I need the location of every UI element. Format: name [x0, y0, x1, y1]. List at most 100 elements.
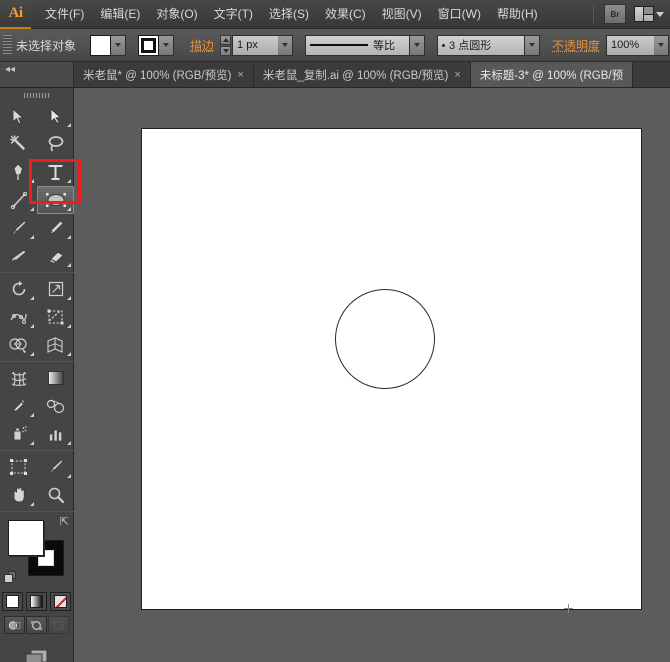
perspective-grid-tool[interactable]	[37, 331, 74, 359]
menu-edit[interactable]: 编辑(E)	[92, 0, 148, 29]
stroke-weight-control[interactable]: 1 px	[220, 34, 294, 56]
document-tab-1-title: 米老鼠* @ 100% (RGB/预览)	[83, 69, 232, 82]
free-transform-tool[interactable]	[37, 303, 74, 331]
double-chevron-left-icon: ◂◂	[5, 64, 16, 75]
app-logo-icon: Ai	[0, 0, 31, 29]
width-tool[interactable]	[0, 303, 37, 331]
pen-tool[interactable]	[0, 158, 37, 186]
none-mode-button[interactable]	[50, 592, 71, 611]
menu-view[interactable]: 视图(V)	[374, 0, 430, 29]
chevron-down-icon	[656, 11, 664, 17]
paintbrush-tool[interactable]	[0, 214, 37, 242]
close-icon[interactable]: ×	[454, 69, 460, 81]
flyout-indicator-icon	[67, 474, 71, 478]
brush-definition-dropdown-arrow[interactable]	[525, 34, 541, 56]
artboard-tool[interactable]	[0, 453, 37, 481]
stroke-color-control[interactable]	[138, 34, 175, 56]
gradient-mode-button[interactable]	[26, 592, 47, 611]
stroke-weight-input[interactable]: 1 px	[232, 34, 279, 56]
canvas-area[interactable]: ⋮	[75, 88, 670, 662]
control-bar-grip[interactable]	[3, 34, 12, 56]
ellipse-tool[interactable]	[37, 186, 74, 214]
brush-definition-control[interactable]: 3 点圆形	[437, 34, 541, 56]
menu-file[interactable]: 文件(F)	[37, 0, 92, 29]
draw-behind-button[interactable]	[26, 616, 47, 634]
type-tool[interactable]	[37, 158, 74, 186]
stroke-weight-stepper[interactable]	[220, 34, 232, 56]
swap-fill-stroke-icon[interactable]: ⇱	[60, 517, 69, 528]
menu-effect[interactable]: 效果(C)	[317, 0, 374, 29]
default-fill-stroke-icon[interactable]	[4, 571, 17, 584]
stroke-weight-dropdown-arrow[interactable]	[278, 34, 294, 56]
document-tab-2[interactable]: 米老鼠_复制.ai @ 100% (RGB/预览) ×	[253, 62, 471, 87]
opacity-input[interactable]: 100%	[606, 34, 655, 56]
panel-collapse-button[interactable]: ◂◂	[0, 62, 74, 87]
opacity-control[interactable]: 100%	[606, 34, 670, 56]
change-screen-mode-button[interactable]	[0, 648, 73, 662]
ellipse-shape[interactable]	[335, 289, 435, 389]
fill-mode-buttons	[0, 592, 73, 611]
workspace-switcher-button[interactable]	[634, 4, 664, 24]
fill-color-box[interactable]	[8, 520, 44, 556]
column-graph-tool[interactable]	[37, 420, 74, 448]
symbol-sprayer-tool[interactable]	[0, 420, 37, 448]
stroke-color-dropdown-arrow[interactable]	[159, 34, 175, 56]
direct-selection-tool[interactable]	[37, 102, 74, 130]
stroke-color-swatch[interactable]	[138, 34, 160, 56]
fill-color-control[interactable]	[90, 34, 127, 56]
menu-bar-right-controls: Br	[593, 0, 670, 28]
eraser-tool[interactable]	[37, 242, 74, 270]
flyout-indicator-icon	[67, 235, 71, 239]
menu-window[interactable]: 窗口(W)	[430, 0, 489, 29]
fill-color-swatch[interactable]	[90, 34, 112, 56]
crosshair-cursor-icon	[564, 604, 573, 613]
stroke-profile-preview[interactable]: 等比	[305, 34, 411, 56]
workspace-layout-icon	[634, 6, 654, 22]
mesh-tool[interactable]	[0, 364, 37, 392]
document-tab-3[interactable]: 未标题-3* @ 100% (RGB/预	[470, 62, 634, 87]
color-mode-button[interactable]	[2, 592, 23, 611]
zoom-tool[interactable]	[37, 481, 74, 509]
opacity-label[interactable]: 不透明度	[552, 37, 600, 54]
draw-normal-button[interactable]	[4, 616, 25, 634]
close-icon[interactable]: ×	[237, 69, 243, 81]
document-tab-bar: ◂◂ 米老鼠* @ 100% (RGB/预览) × 米老鼠_复制.ai @ 10…	[0, 62, 670, 88]
menu-type[interactable]: 文字(T)	[206, 0, 261, 29]
line-segment-tool[interactable]	[0, 186, 37, 214]
gradient-tool[interactable]	[37, 364, 74, 392]
flyout-indicator-icon	[30, 296, 34, 300]
blob-brush-tool[interactable]	[0, 242, 37, 270]
flyout-indicator-icon	[30, 235, 34, 239]
selection-tool[interactable]	[0, 102, 37, 130]
rotate-tool[interactable]	[0, 275, 37, 303]
eyedropper-tool[interactable]	[0, 392, 37, 420]
slice-tool[interactable]	[37, 453, 74, 481]
scale-tool[interactable]	[37, 275, 74, 303]
draw-inside-button[interactable]	[48, 616, 69, 634]
flyout-indicator-icon	[30, 207, 34, 211]
tools-panel-grip[interactable]	[0, 88, 73, 102]
stroke-profile-line-icon	[310, 44, 369, 46]
menu-help[interactable]: 帮助(H)	[489, 0, 546, 29]
stroke-weight-label[interactable]: 描边	[190, 37, 214, 54]
tools-divider	[0, 450, 74, 451]
document-tab-1[interactable]: 米老鼠* @ 100% (RGB/预览) ×	[74, 62, 254, 87]
opacity-dropdown-arrow[interactable]	[654, 34, 670, 56]
blend-tool[interactable]	[37, 392, 74, 420]
stroke-profile-control[interactable]: 等比	[305, 34, 426, 56]
shape-builder-tool[interactable]	[0, 331, 37, 359]
menu-object[interactable]: 对象(O)	[148, 0, 205, 29]
brush-definition-label: 3 点圆形	[449, 40, 492, 52]
go-to-bridge-icon[interactable]: Br	[604, 4, 626, 24]
flyout-indicator-icon	[30, 413, 34, 417]
magic-wand-tool[interactable]	[0, 130, 37, 158]
brush-definition-preview[interactable]: 3 点圆形	[437, 34, 526, 56]
menu-select[interactable]: 选择(S)	[261, 0, 317, 29]
hand-tool[interactable]	[0, 481, 37, 509]
artboard[interactable]	[141, 128, 642, 610]
stroke-profile-dropdown-arrow[interactable]	[410, 34, 426, 56]
lasso-tool[interactable]	[37, 130, 74, 158]
selection-status-label: 未选择对象	[16, 38, 77, 53]
pencil-tool[interactable]	[37, 214, 74, 242]
fill-color-dropdown-arrow[interactable]	[111, 34, 127, 56]
